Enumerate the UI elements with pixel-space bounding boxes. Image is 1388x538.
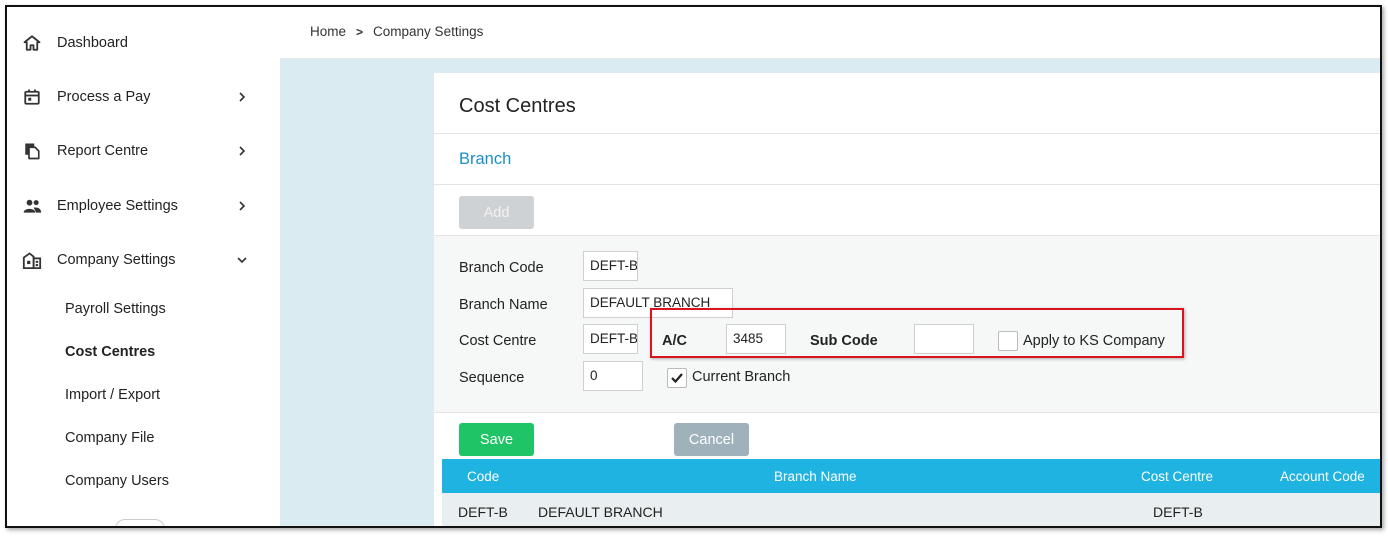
- breadcrumb-home[interactable]: Home: [310, 24, 346, 39]
- column-header-cost-centre[interactable]: Cost Centre: [1141, 469, 1213, 484]
- sidebar-item-label: Dashboard: [57, 35, 128, 51]
- table-header: Code Branch Name Cost Centre Account Cod…: [442, 459, 1380, 493]
- people-icon: [21, 195, 43, 217]
- sidebar-item-dashboard[interactable]: Dashboard: [7, 23, 280, 63]
- sidebar-item-label: Company Settings: [57, 252, 176, 268]
- cost-centre-input[interactable]: DEFT-B: [583, 324, 638, 354]
- app-window: Dashboard Process a Pay Report Centre Em…: [5, 5, 1382, 528]
- cell-cost-centre: DEFT-B: [1153, 504, 1203, 520]
- sidebar-item-label: Report Centre: [57, 143, 149, 159]
- sub-item-cost-centres[interactable]: Cost Centres: [65, 340, 155, 364]
- chevron-right-icon: >: [356, 24, 364, 39]
- sequence-input[interactable]: 0: [583, 361, 643, 391]
- cell-branch-name: DEFAULT BRANCH: [538, 504, 663, 520]
- top-bar: Home > Company Settings: [280, 7, 1380, 59]
- table-row[interactable]: DEFT-B DEFAULT BRANCH DEFT-B: [442, 493, 1380, 526]
- chevron-right-icon: [235, 199, 249, 213]
- chevron-down-icon: [235, 253, 249, 267]
- sidebar-item-employee-settings[interactable]: Employee Settings: [7, 186, 280, 226]
- chevron-right-icon: [235, 144, 249, 158]
- divider: [434, 133, 1380, 134]
- chevron-right-icon: [235, 90, 249, 104]
- checkmark-icon: [671, 373, 683, 384]
- save-button[interactable]: Save: [459, 423, 534, 456]
- sidebar-toggle-pill[interactable]: [115, 519, 165, 526]
- sub-item-company-users[interactable]: Company Users: [65, 469, 169, 493]
- sub-item-payroll-settings[interactable]: Payroll Settings: [65, 297, 166, 321]
- section-title-branch: Branch: [459, 150, 512, 168]
- sidebar-item-process-a-pay[interactable]: Process a Pay: [7, 77, 280, 117]
- sidebar-item-label: Employee Settings: [57, 198, 178, 214]
- cell-code: DEFT-B: [458, 504, 508, 520]
- sequence-label: Sequence: [459, 370, 525, 386]
- divider: [434, 184, 1380, 185]
- current-branch-checkbox[interactable]: [667, 368, 687, 388]
- home-icon: [21, 32, 43, 54]
- column-header-code[interactable]: Code: [467, 469, 499, 484]
- branch-code-input[interactable]: DEFT-B: [583, 251, 638, 281]
- page-title: Cost Centres: [459, 95, 576, 117]
- building-icon: [21, 249, 43, 271]
- sidebar-item-report-centre[interactable]: Report Centre: [7, 131, 280, 171]
- sidebar-item-label: Process a Pay: [57, 89, 151, 105]
- calendar-icon: [21, 86, 43, 108]
- cancel-button[interactable]: Cancel: [674, 423, 749, 456]
- highlight-annotation: [650, 308, 1184, 358]
- branch-name-label: Branch Name: [459, 297, 548, 313]
- sidebar-item-company-settings[interactable]: Company Settings: [7, 240, 280, 280]
- column-header-account-code[interactable]: Account Code: [1280, 469, 1365, 484]
- column-header-branch-name[interactable]: Branch Name: [774, 469, 857, 484]
- sub-item-import-export[interactable]: Import / Export: [65, 383, 160, 407]
- breadcrumb: Home > Company Settings: [310, 24, 483, 39]
- cost-centre-label: Cost Centre: [459, 333, 537, 349]
- sidebar: Dashboard Process a Pay Report Centre Em…: [7, 7, 280, 526]
- documents-icon: [21, 140, 43, 162]
- current-branch-label: Current Branch: [692, 369, 791, 385]
- sub-item-company-file[interactable]: Company File: [65, 426, 154, 450]
- branch-code-label: Branch Code: [459, 260, 544, 276]
- add-button[interactable]: Add: [459, 196, 534, 229]
- breadcrumb-current[interactable]: Company Settings: [373, 24, 483, 39]
